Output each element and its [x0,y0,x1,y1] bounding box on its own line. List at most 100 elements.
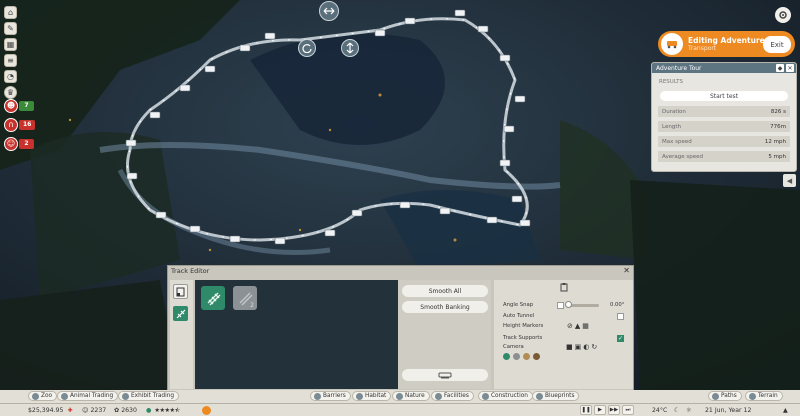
swatch-teal[interactable] [503,353,510,360]
temperature-value: 24°C [652,406,668,414]
barriers-tab[interactable]: Barriers [310,391,351,401]
staff-stat[interactable]: ☻ 7 [4,98,34,113]
trophy-button[interactable]: ♛ [4,86,17,99]
shop-stat[interactable]: ∩ 16 [4,117,36,132]
height-markers-options[interactable]: ⊘ ▲ ▦ [567,322,589,330]
facilities-tab[interactable]: Facilities [431,391,474,401]
nature-label: Nature [405,393,425,399]
alert-indicator[interactable] [202,405,211,415]
swatch-tan[interactable] [523,353,530,360]
pin-button[interactable]: ◆ [776,64,784,72]
zoo-tab[interactable]: Zoo [28,391,58,401]
guest-icon: ☺ [4,136,18,151]
clipboard-icon [560,283,568,292]
angle-snap-checkbox[interactable] [557,302,564,309]
rotate-icon [302,44,312,53]
height-markers-label: Height Markers [503,323,544,329]
shop-count: 16 [19,119,36,130]
fastest-button[interactable]: ⏭ [622,405,634,415]
tab-track-pieces[interactable] [173,284,188,299]
notifications-button[interactable]: ▲ [783,405,788,415]
weather-indicator[interactable]: ☼ [686,405,692,415]
start-test-button[interactable]: Start test [660,91,788,101]
track-double-button[interactable]: 2 [233,286,257,310]
tour-panel: Adventure Tour ◆ ✕ RESULTS Start test Du… [651,62,797,172]
terrain-tab-icon [749,392,756,400]
alert-icon [202,405,211,415]
calendar-button[interactable]: ▦ [4,38,17,51]
list-button[interactable]: ≡ [4,54,17,67]
paths-tab[interactable]: Paths [708,391,742,401]
rotate-tool[interactable] [298,39,316,57]
facilities-label: Facilities [444,393,469,399]
train-preview-button[interactable] [402,369,488,381]
facilities-icon [435,392,442,400]
smooth-all-button[interactable]: Smooth All [402,285,488,297]
result-value: 826 s [770,108,786,115]
swatch-grey[interactable] [513,353,520,360]
result-row-average-speed: Average speed 5 mph [658,151,790,162]
fast-forward-button[interactable]: ▶▶ [608,405,620,415]
camera-options[interactable]: ■ ▣ ◐ ↻ [566,343,597,351]
auto-tunnel-label: Auto Tunnel [503,313,535,319]
blueprints-tab[interactable]: Blueprints [532,391,580,401]
result-row-max-speed: Max speed 12 mph [658,136,790,147]
play-button[interactable]: ▶ [594,405,606,415]
gear-icon [779,11,787,19]
bell-icon: ▲ [783,406,788,414]
zoo-tab-label: Zoo [41,393,53,399]
animals-value: 2630 [121,406,137,414]
exit-button[interactable]: Exit [763,36,791,53]
exhibit-trading-icon [122,392,129,400]
bottom-bar: Zoo Animal Trading Exhibit Trading Barri… [0,390,800,416]
move-vertical-tool[interactable] [341,39,359,57]
tour-panel-header: Adventure Tour ◆ ✕ [652,63,796,73]
terrain-label: Terrain [758,393,778,399]
guest-stat[interactable]: ☺ 2 [4,136,34,151]
habitat-tab[interactable]: Habitat [352,391,392,401]
paths-label: Paths [721,393,737,399]
animals-icon: ✿ [114,406,120,414]
panel-expand-button[interactable]: ◀ [783,174,796,187]
time-of-day[interactable]: ☾ [674,405,680,415]
chevron-left-icon: ◀ [786,176,793,185]
auto-tunnel-checkbox[interactable] [617,313,624,320]
track-editor-close-button[interactable]: ✕ [623,266,630,275]
blueprints-label: Blueprints [545,393,575,399]
barriers-icon [314,392,321,400]
animal-trading-label: Animal Trading [70,393,114,399]
paint-button[interactable]: ✎ [4,22,17,35]
grid-icon: ▦ [582,322,589,330]
angle-snap-knob[interactable] [565,301,572,308]
result-value: 776m [770,123,786,130]
track-supports-checkbox[interactable]: ✓ [617,335,624,342]
track-double-label: 2 [250,302,254,309]
animal-trading-tab[interactable]: Animal Trading [57,391,119,401]
guests-display[interactable]: ☺ 2237 [82,405,106,415]
nature-tab[interactable]: Nature [392,391,430,401]
rating-display[interactable]: ● ★★★★⯪ [146,405,180,415]
tab-track-edit[interactable] [173,306,188,321]
track-supports-label: Track Supports [503,335,543,341]
terrain-icon: ▲ [574,322,581,330]
rotate-camera-icon: ↻ [591,343,598,351]
money-display[interactable]: $25,394.95 ✚ [28,405,72,415]
animals-display[interactable]: ✿ 2630 [114,405,137,415]
zoo-button[interactable]: ⌂ [4,6,17,19]
pause-button[interactable]: ❚❚ [580,405,592,415]
no-markers-icon: ⊘ [567,322,573,330]
guests-value: 2237 [90,406,107,414]
smooth-banking-button[interactable]: Smooth Banking [402,301,488,313]
swatch-brown[interactable] [533,353,540,360]
support-color-swatches[interactable] [503,353,540,360]
terrain-tab[interactable]: Terrain [745,391,783,401]
close-panel-button[interactable]: ✕ [786,64,794,72]
construction-tab[interactable]: Construction [478,391,533,401]
chart-button[interactable]: ◔ [4,70,17,83]
track-edit-icon [176,309,185,318]
track-straight-button[interactable] [201,286,225,310]
settings-button[interactable] [775,7,791,23]
exhibit-trading-tab[interactable]: Exhibit Trading [118,391,180,401]
camera-label: Camera [503,344,524,350]
move-horizontal-tool[interactable] [319,1,339,21]
